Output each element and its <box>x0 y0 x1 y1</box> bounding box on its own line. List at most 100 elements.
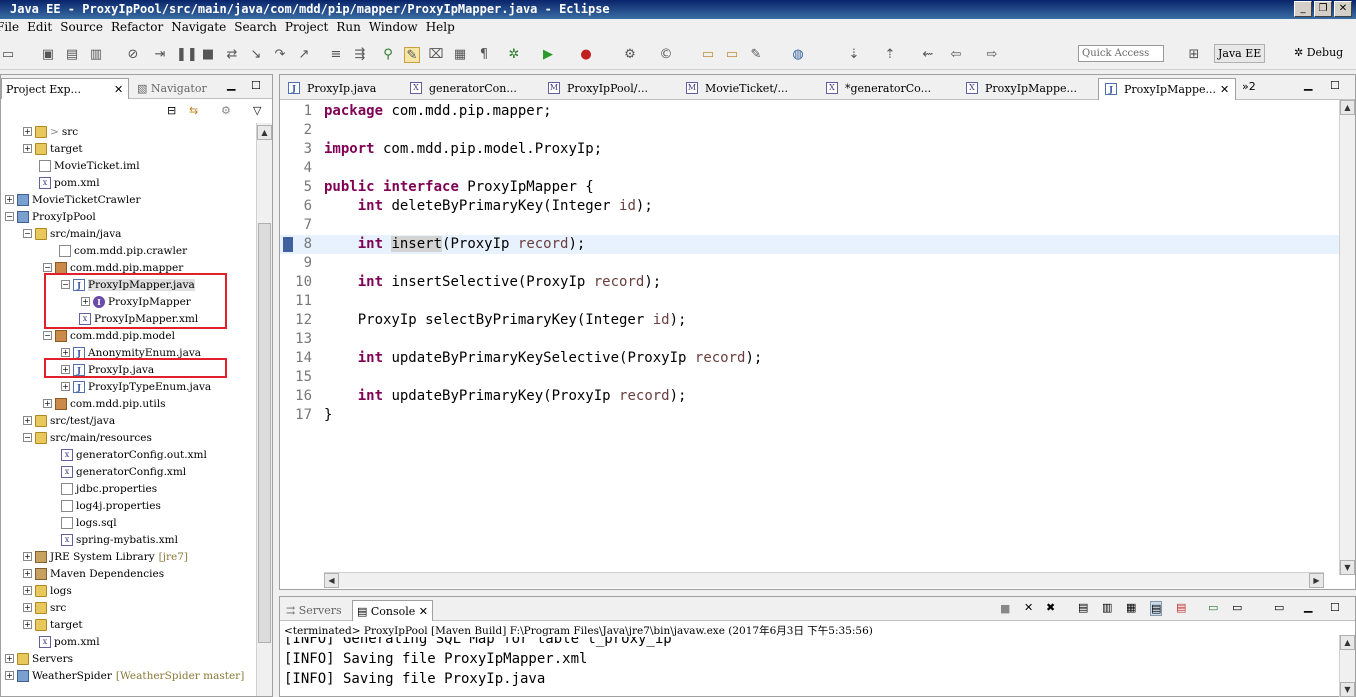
next-annotation-icon[interactable]: ⇣ <box>846 47 862 63</box>
perspective-debug[interactable]: ✲ Debug <box>1294 46 1343 59</box>
minimize-view-icon[interactable]: ▁ <box>1304 78 1312 91</box>
show-console-error-icon[interactable]: ▤ <box>1176 601 1186 614</box>
code-area[interactable]: 1 package com.mdd.pip.mapper; 2 3 import c… <box>280 102 1340 572</box>
console-scrollbar[interactable]: ▲ ▼ <box>1339 635 1355 697</box>
maximize-view-icon[interactable]: ☐ <box>1330 79 1340 92</box>
editor-tab[interactable]: XgeneratorCon... <box>404 78 540 100</box>
new-class-icon[interactable]: © <box>658 47 674 63</box>
tab-project-explorer[interactable]: Project Exp... ✕ <box>1 78 129 99</box>
more-tabs-button[interactable]: »2 <box>1242 80 1256 93</box>
editor-tab[interactable]: M ProxyIpPool/... <box>542 78 678 100</box>
tab-navigator[interactable]: ▧ Navigator <box>133 78 211 99</box>
tree-item[interactable]: x generatorConfig.xml <box>61 463 186 480</box>
word-wrap-icon[interactable]: ⌧ <box>428 47 444 63</box>
menu-edit[interactable]: Edit <box>23 19 56 37</box>
close-button[interactable]: ✕ <box>1334 1 1352 17</box>
tab-console[interactable]: ▤ Console ✕ <box>352 600 434 621</box>
tree-item[interactable]: MovieTicket.iml <box>39 157 140 174</box>
editor-tab[interactable]: X ProxyIpMappe... <box>960 78 1098 100</box>
link-with-editor-icon[interactable]: ⇆ <box>189 104 198 117</box>
scroll-lock-icon[interactable]: ▥ <box>1102 601 1112 614</box>
tree-item[interactable]: logs.sql <box>61 514 117 531</box>
menu-refactor[interactable]: Refactor <box>107 19 167 37</box>
show-console-output-icon[interactable]: ▤ <box>1150 601 1163 616</box>
editor-tab-active[interactable]: J ProxyIpMappe... ✕ <box>1098 78 1236 100</box>
menu-file[interactable]: File <box>0 19 23 37</box>
step-into-icon[interactable]: ↘ <box>248 47 264 63</box>
tree-scrollbar[interactable]: ▲ <box>256 123 272 696</box>
tree-item[interactable]: + WeatherSpider [WeatherSpider master] <box>5 667 244 684</box>
disconnect-icon[interactable]: ⇄ <box>224 47 240 63</box>
new-icon[interactable]: ▭ <box>0 47 16 63</box>
open-folder-icon[interactable]: ▭ <box>700 47 716 63</box>
tree-item[interactable]: + MovieTicketCrawler <box>5 191 141 208</box>
tree-item[interactable]: x spring-mybatis.xml <box>61 531 178 548</box>
maximize-view-icon[interactable]: ☐ <box>1330 601 1340 614</box>
tree-item[interactable]: + src <box>23 599 66 616</box>
tree-item[interactable]: − src/main/java <box>23 225 121 242</box>
maximize-view-icon[interactable]: ☐ <box>251 79 261 92</box>
focus-icon[interactable]: ⚙ <box>221 104 231 117</box>
terminate-icon[interactable]: ■ <box>200 47 216 63</box>
view-menu-icon[interactable]: ▽ <box>253 104 261 117</box>
scroll-down-icon[interactable]: ▼ <box>1340 682 1355 697</box>
back-icon[interactable]: ⇦ <box>948 47 964 63</box>
terminate-icon[interactable]: ■ <box>1000 602 1010 615</box>
pin-console-icon[interactable]: ▭ <box>1208 601 1218 614</box>
minimize-view-icon[interactable]: ▁ <box>227 78 235 91</box>
step-over-icon[interactable]: ↷ <box>272 47 288 63</box>
tree-item[interactable]: x pom.xml <box>39 633 100 650</box>
tree-item[interactable]: − src/main/resources <box>23 429 152 446</box>
print-icon[interactable]: ▥ <box>88 47 104 63</box>
editor-tab[interactable]: X *generatorCo... <box>820 78 958 100</box>
open-perspective-icon[interactable]: ⊞ <box>1186 47 1202 63</box>
tree-item[interactable]: log4j.properties <box>61 497 161 514</box>
display-selected-console-icon[interactable]: ▭ <box>1232 601 1242 614</box>
close-icon[interactable]: ✕ <box>114 83 123 96</box>
remove-launch-icon[interactable]: ✕ <box>1024 601 1033 614</box>
tree-item[interactable]: x generatorConfig.out.xml <box>61 446 207 463</box>
tree-item[interactable]: + J ProxyIpTypeEnum.java <box>61 378 211 395</box>
tree-item[interactable]: + target <box>23 616 83 633</box>
suspend-icon[interactable]: ❚❚ <box>176 47 198 63</box>
menu-window[interactable]: Window <box>365 19 422 37</box>
run-icon[interactable]: ▶ <box>540 47 556 63</box>
menu-search[interactable]: Search <box>230 19 281 37</box>
tree-item[interactable]: jdbc.properties <box>61 480 157 497</box>
scroll-thumb[interactable] <box>258 223 271 643</box>
save-icon[interactable]: ▣ <box>40 47 56 63</box>
minimize-view-icon[interactable]: ▁ <box>1304 600 1312 613</box>
tab-servers[interactable]: ⇉ Servers <box>282 600 346 621</box>
tree-item[interactable]: − com.mdd.pip.model <box>43 327 175 344</box>
editor-vertical-scrollbar[interactable]: ▲ ▼ <box>1339 100 1355 575</box>
external-tools-icon[interactable]: ● <box>578 47 594 63</box>
tree-item[interactable]: − ProxyIpPool <box>5 208 96 225</box>
menu-run[interactable]: Run <box>332 19 365 37</box>
tree-item[interactable]: + logs <box>23 582 72 599</box>
last-edit-location-icon[interactable]: ⇜ <box>920 47 936 63</box>
forward-icon[interactable]: ⇨ <box>984 47 1000 63</box>
step-return-icon[interactable]: ⇥ <box>152 47 168 63</box>
debug-icon[interactable]: ✲ <box>506 47 522 63</box>
menu-help[interactable]: Help <box>422 19 459 37</box>
tree-item[interactable]: + com.mdd.pip.utils <box>43 395 165 412</box>
skip-breakpoints-icon[interactable]: ⊘ <box>125 47 141 63</box>
clear-console-icon[interactable]: ▤ <box>1078 601 1088 614</box>
step-out-icon[interactable]: ↗ <box>296 47 312 63</box>
web-browser-icon[interactable]: ◍ <box>790 47 806 63</box>
editor-tab[interactable]: J ProxyIp.java <box>282 78 404 100</box>
editor-horizontal-scrollbar[interactable]: ◀ ▶ <box>324 572 1324 588</box>
search-icon[interactable]: ✎ <box>748 47 764 63</box>
tree-item[interactable]: + Maven Dependencies <box>23 565 164 582</box>
collapse-all-icon[interactable]: ⊟ <box>167 104 176 117</box>
restore-button[interactable]: ❐ <box>1314 1 1332 17</box>
quick-access-field[interactable]: Quick Access <box>1078 45 1164 62</box>
tree-item[interactable]: x pom.xml <box>39 174 100 191</box>
scroll-up-icon[interactable]: ▲ <box>1340 100 1355 115</box>
console-output[interactable]: [INFO] Generating SQL Map for table t_pr… <box>280 637 1338 695</box>
scroll-up-icon[interactable]: ▲ <box>1340 635 1355 650</box>
remove-all-terminated-icon[interactable]: ✖ <box>1046 601 1055 614</box>
open-type-icon[interactable]: ⚲ <box>380 47 396 63</box>
tree-item[interactable]: + target <box>23 140 83 157</box>
tree-item[interactable]: + > src <box>23 123 78 140</box>
